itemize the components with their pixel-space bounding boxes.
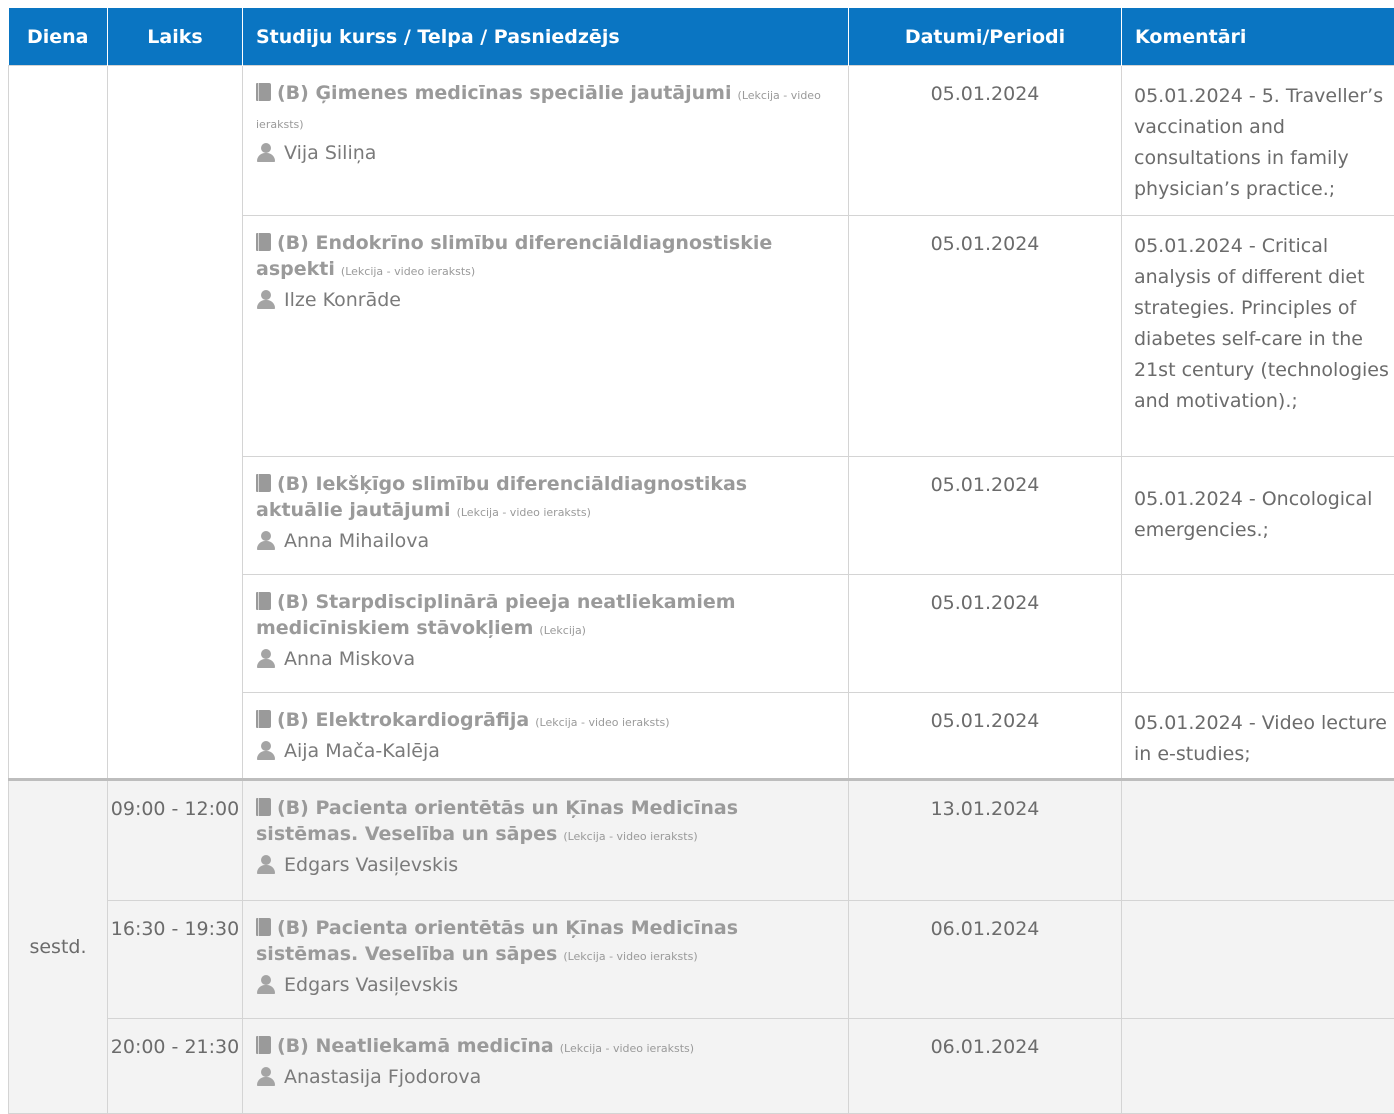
- person-icon: [256, 649, 276, 667]
- date-cell: 05.01.2024: [849, 216, 1122, 457]
- course-type: (Lekcija): [539, 624, 586, 637]
- header-day[interactable]: Diena: [9, 8, 108, 66]
- time-cell: 09:00 - 12:00: [108, 780, 243, 901]
- course-title[interactable]: (B) Starpdisciplinārā pieeja neatliekami…: [256, 591, 736, 639]
- book-icon: [256, 592, 271, 610]
- date-cell: 05.01.2024: [849, 693, 1122, 780]
- book-icon: [256, 474, 271, 492]
- teacher: Anna Miskova: [256, 646, 836, 672]
- comment-cell: [1122, 1019, 1394, 1114]
- schedule-table: Diena Laiks Studiju kurss / Telpa / Pasn…: [8, 8, 1394, 1114]
- teacher: Anna Mihailova: [256, 528, 836, 554]
- time-cell: 20:00 - 21:30: [108, 1019, 243, 1114]
- header-time[interactable]: Laiks: [108, 8, 243, 66]
- table-row: 16:30 - 19:30 (B) Pacienta orientētās un…: [9, 901, 1394, 1019]
- comment-cell: 05.01.2024 - Critical analysis of differ…: [1122, 216, 1394, 457]
- person-icon: [256, 855, 276, 873]
- date-cell: 05.01.2024: [849, 457, 1122, 575]
- date-cell: 05.01.2024: [849, 66, 1122, 216]
- day-cell: sestd.: [9, 780, 108, 1114]
- comment-cell: 05.01.2024 - Oncological emergencies.;: [1122, 457, 1394, 575]
- book-icon: [256, 798, 271, 816]
- course-type: (Lekcija - video ieraksts): [560, 1042, 694, 1055]
- course-cell: (B) Endokrīno slimību diferenciāldiagnos…: [243, 216, 849, 457]
- table-row: 20:00 - 21:30 (B) Neatliekamā medicīna (…: [9, 1019, 1394, 1114]
- teacher-name[interactable]: Vija Siliņa: [284, 142, 376, 164]
- teacher-name[interactable]: Edgars Vasiļevskis: [284, 974, 458, 996]
- course-title[interactable]: (B) Ģimenes medicīnas speciālie jautājum…: [277, 82, 731, 104]
- course-cell: (B) Neatliekamā medicīna (Lekcija - vide…: [243, 1019, 849, 1114]
- comment-cell: [1122, 575, 1394, 693]
- person-icon: [256, 143, 276, 161]
- header-row: Diena Laiks Studiju kurss / Telpa / Pasn…: [9, 8, 1394, 66]
- course-type: (Lekcija - video ieraksts): [563, 950, 697, 963]
- course-cell: (B) Elektrokardiogrāfija (Lekcija - vide…: [243, 693, 849, 780]
- time-cell: 16:30 - 19:30: [108, 901, 243, 1019]
- table-row: sestd. 09:00 - 12:00 (B) Pacienta orient…: [9, 780, 1394, 901]
- teacher: Vija Siliņa: [256, 140, 836, 166]
- book-icon: [256, 233, 271, 251]
- header-course[interactable]: Studiju kurss / Telpa / Pasniedzējs: [243, 8, 849, 66]
- teacher: Edgars Vasiļevskis: [256, 852, 836, 878]
- book-icon: [256, 710, 271, 728]
- person-icon: [256, 531, 276, 549]
- teacher-name[interactable]: Anna Miskova: [284, 648, 415, 670]
- section-1: (B) Ģimenes medicīnas speciālie jautājum…: [9, 66, 1394, 780]
- section-2: sestd. 09:00 - 12:00 (B) Pacienta orient…: [9, 780, 1394, 1114]
- course-title[interactable]: (B) Endokrīno slimību diferenciāldiagnos…: [256, 232, 772, 280]
- comment-cell: 05.01.2024 - Video lecture in e-studies;: [1122, 693, 1394, 780]
- course-cell: (B) Ģimenes medicīnas speciālie jautājum…: [243, 66, 849, 216]
- teacher-name[interactable]: Ilze Konrāde: [284, 289, 401, 311]
- course-cell: (B) Pacienta orientētās un Ķīnas Medicīn…: [243, 780, 849, 901]
- comment-cell: [1122, 780, 1394, 901]
- header-dates[interactable]: Datumi/Periodi: [849, 8, 1122, 66]
- date-cell: 05.01.2024: [849, 575, 1122, 693]
- book-icon: [256, 83, 271, 101]
- course-type: (Lekcija - video ieraksts): [563, 830, 697, 843]
- book-icon: [256, 918, 271, 936]
- course-type: (Lekcija - video ieraksts): [341, 265, 475, 278]
- teacher: Aija Mača-Kalēja: [256, 738, 836, 764]
- header-comments[interactable]: Komentāri: [1122, 8, 1394, 66]
- course-title[interactable]: (B) Elektrokardiogrāfija: [277, 709, 529, 731]
- person-icon: [256, 1067, 276, 1085]
- course-type: (Lekcija - video ieraksts): [457, 506, 591, 519]
- person-icon: [256, 741, 276, 759]
- teacher: Anastasija Fjodorova: [256, 1064, 836, 1090]
- comment-cell: [1122, 901, 1394, 1019]
- date-cell: 06.01.2024: [849, 901, 1122, 1019]
- book-icon: [256, 1036, 271, 1054]
- person-icon: [256, 290, 276, 308]
- course-cell: (B) Iekšķīgo slimību diferenciāldiagnost…: [243, 457, 849, 575]
- comment-cell: 05.01.2024 - 5. Traveller’s vaccination …: [1122, 66, 1394, 216]
- course-cell: (B) Starpdisciplinārā pieeja neatliekami…: [243, 575, 849, 693]
- table-row: (B) Ģimenes medicīnas speciālie jautājum…: [9, 66, 1394, 216]
- course-type: (Lekcija - video ieraksts): [535, 716, 669, 729]
- teacher: Edgars Vasiļevskis: [256, 972, 836, 998]
- course-cell: (B) Pacienta orientētās un Ķīnas Medicīn…: [243, 901, 849, 1019]
- teacher-name[interactable]: Aija Mača-Kalēja: [284, 740, 440, 762]
- date-cell: 06.01.2024: [849, 1019, 1122, 1114]
- time-cell: [108, 66, 243, 780]
- person-icon: [256, 975, 276, 993]
- teacher-name[interactable]: Edgars Vasiļevskis: [284, 854, 458, 876]
- course-title[interactable]: (B) Neatliekamā medicīna: [277, 1035, 554, 1057]
- teacher-name[interactable]: Anastasija Fjodorova: [284, 1066, 481, 1088]
- date-cell: 13.01.2024: [849, 780, 1122, 901]
- teacher-name[interactable]: Anna Mihailova: [284, 530, 429, 552]
- day-cell: [9, 66, 108, 780]
- teacher: Ilze Konrāde: [256, 287, 836, 313]
